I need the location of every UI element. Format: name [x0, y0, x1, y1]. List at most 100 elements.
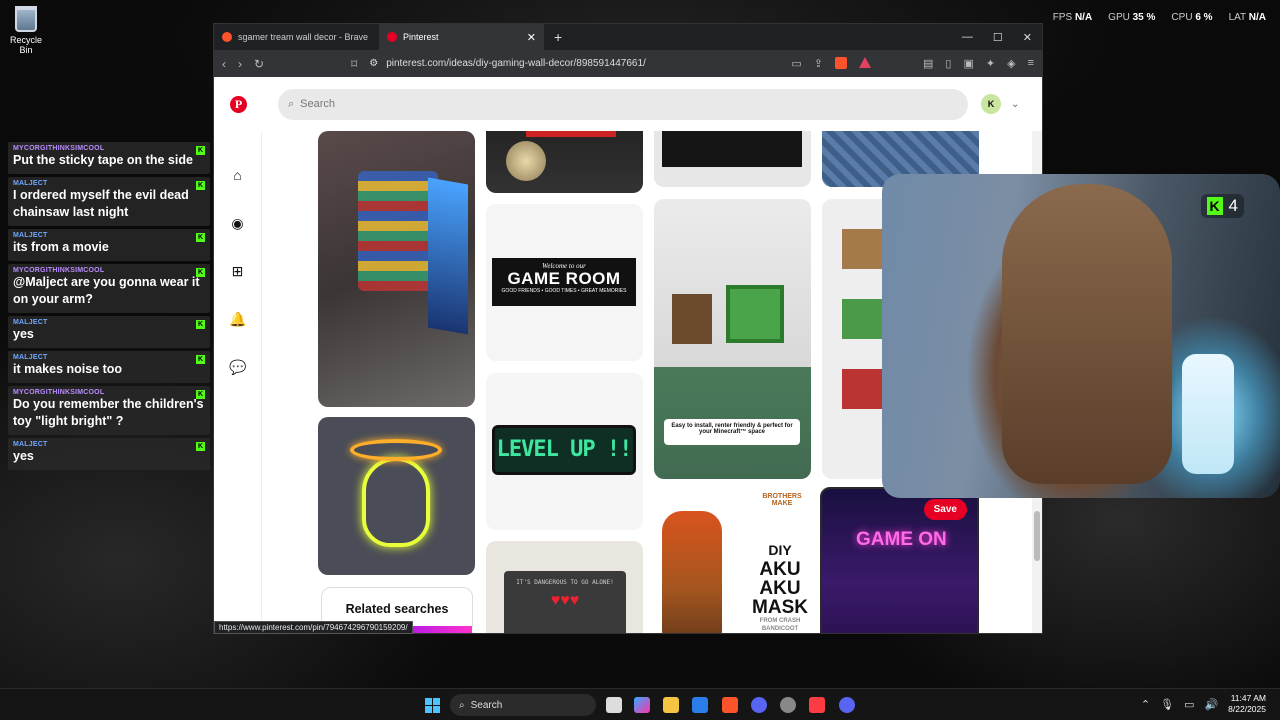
kick-badge-icon: K: [196, 355, 205, 364]
search-icon: ⌕: [288, 97, 295, 110]
reload-icon[interactable]: ↻: [254, 57, 264, 71]
close-window-button[interactable]: ✕: [1023, 31, 1032, 44]
mic-icon[interactable]: 🎙: [1160, 698, 1174, 711]
link-status-url: https://www.pinterest.com/pin/7946742967…: [214, 621, 413, 634]
notifications-icon[interactable]: 🔔: [229, 311, 246, 328]
kick-badge-icon: K: [196, 146, 205, 155]
pinterest-logo-icon[interactable]: P: [230, 95, 247, 113]
pin-led-shelf[interactable]: [486, 131, 643, 193]
avatar[interactable]: K: [981, 94, 1001, 114]
explore-icon[interactable]: ◉: [229, 215, 246, 232]
brave-browser-icon[interactable]: [722, 697, 738, 713]
leo-icon[interactable]: ✦: [986, 57, 995, 70]
site-info-icon[interactable]: ⚙: [369, 58, 378, 69]
share-icon[interactable]: ⇪: [814, 57, 823, 70]
brave-rewards-icon[interactable]: [859, 57, 872, 68]
menu-icon[interactable]: ≡: [1028, 57, 1034, 70]
volume-icon[interactable]: 🔊: [1204, 698, 1218, 711]
chat-message: MALJECT it makes noise too K: [8, 351, 210, 383]
close-tab-icon[interactable]: ✕: [527, 31, 536, 44]
kick-badge-icon: K: [196, 390, 205, 399]
forward-icon[interactable]: ›: [238, 57, 242, 71]
task-view-icon[interactable]: [606, 697, 622, 713]
minimize-button[interactable]: —: [962, 31, 973, 44]
app-icon[interactable]: [751, 697, 767, 713]
pin-aku-aku-mask[interactable]: BROTHERS MAKE DIY AKU AKU MASK FROM CRAS…: [654, 491, 811, 633]
cpu-value: 6 %: [1195, 12, 1213, 23]
chat-message: MALJECT yes K: [8, 316, 210, 348]
microphone-light: [1182, 354, 1234, 474]
chat-message: MALJECT its from a movie K: [8, 229, 210, 261]
lat-value: N/A: [1248, 12, 1266, 23]
pin-neon-duck[interactable]: [318, 417, 475, 575]
pin-zelda-sign[interactable]: IT'S DANGEROUS TO GO ALONE! ♥♥♥: [486, 541, 643, 633]
search-icon: ⌕: [459, 699, 465, 711]
maximize-button[interactable]: ☐: [993, 31, 1003, 44]
save-button[interactable]: Save: [923, 499, 967, 520]
stream-chat: MYCORGITHINKSIMCOOL Put the sticky tape o…: [8, 142, 210, 473]
chevron-down-icon[interactable]: ⌄: [1011, 99, 1019, 110]
bookmark-icon[interactable]: ⌑: [351, 57, 357, 71]
start-button-icon[interactable]: [425, 698, 440, 713]
chat-message: MALJECT yes K: [8, 438, 210, 470]
search-input[interactable]: ⌕ Search: [278, 88, 968, 120]
file-explorer-icon[interactable]: [663, 697, 679, 713]
taskbar-search[interactable]: ⌕ Search: [450, 694, 596, 716]
taskbar: ⌕ Search ⌃ 🎙 ▭ 🔊 11:47 AM 8/22/2025: [0, 688, 1280, 720]
reader-mode-icon[interactable]: ▤: [923, 57, 933, 70]
tab-bar: sgamer tream wall decor - Brave Sea Pint…: [214, 24, 1042, 50]
back-icon[interactable]: ‹: [222, 57, 226, 71]
hearts-icon: ♥♥♥: [550, 592, 580, 609]
kick-badge-icon: K: [196, 320, 205, 329]
wallet-icon[interactable]: ▣: [963, 57, 973, 70]
pinterest-header: P ⌕ Search K ⌄: [214, 77, 1042, 131]
url-field[interactable]: ⚙ pinterest.com/ideas/diy-gaming-wall-de…: [369, 58, 749, 69]
system-tray: ⌃ 🎙 ▭ 🔊 11:47 AM 8/22/2025: [1141, 693, 1266, 715]
related-searches-title: Related searches: [345, 602, 449, 616]
clock[interactable]: 11:47 AM 8/22/2025: [1228, 693, 1266, 715]
recycle-bin[interactable]: Recycle Bin: [4, 6, 48, 55]
pinterest-favicon-icon: [387, 32, 397, 42]
sidebar-icon[interactable]: ▯: [945, 57, 951, 70]
chat-message: MYCORGITHINKSIMCOOL Do you remember the c…: [8, 386, 210, 435]
messages-icon[interactable]: 💬: [229, 359, 246, 376]
tab-pinterest[interactable]: Pinterest ✕: [379, 24, 544, 50]
steam-icon[interactable]: [780, 697, 796, 713]
tab-brave-search[interactable]: sgamer tream wall decor - Brave Sea: [214, 24, 379, 50]
brave-favicon-icon: [222, 32, 232, 42]
chevron-up-icon[interactable]: ⌃: [1141, 698, 1150, 711]
brave-shields-icon[interactable]: [835, 57, 848, 69]
left-rail: ⌂ ◉ ⊞ 🔔 💬 ⚙: [214, 131, 262, 633]
discord-icon[interactable]: [839, 697, 855, 713]
create-icon[interactable]: ⊞: [229, 263, 246, 280]
pin-drip-art[interactable]: [654, 131, 811, 187]
recycle-bin-label: Recycle Bin: [9, 35, 42, 55]
pin-game-on-neon[interactable]: GAME ON Save: [820, 487, 979, 633]
kick-badge-icon: K: [196, 181, 205, 190]
viewer-count: K 4: [1200, 194, 1244, 218]
performance-overlay: FPS N/A GPU 35 % CPU 6 % LAT N/A: [1052, 12, 1266, 23]
webcam-overlay: K 4: [882, 174, 1280, 498]
fps-value: N/A: [1074, 12, 1093, 23]
pin-minecraft-bedroom[interactable]: Easy to install, renter friendly & perfe…: [654, 199, 811, 479]
vpn-icon[interactable]: ◈: [1007, 57, 1015, 70]
chat-message: MYCORGITHINKSIMCOOL @Malject are you gonn…: [8, 264, 210, 313]
pin-game-room-sign[interactable]: Welcome to our GAME ROOM GOOD FRIENDS • …: [486, 204, 643, 361]
kick-logo-icon: K: [1206, 197, 1223, 215]
pin-level-up-sign[interactable]: LEVEL UP !!: [486, 373, 643, 530]
kick-badge-icon: K: [196, 268, 205, 277]
kick-badge-icon: K: [196, 442, 205, 451]
copilot-icon[interactable]: [634, 697, 650, 713]
recycle-bin-icon: [15, 6, 37, 32]
kick-badge-icon: K: [196, 233, 205, 242]
music-icon[interactable]: [809, 697, 825, 713]
new-tab-button[interactable]: +: [554, 29, 562, 45]
cast-icon[interactable]: ▭: [791, 57, 801, 70]
home-icon[interactable]: ⌂: [229, 167, 246, 184]
pin-controller-wall[interactable]: [318, 131, 475, 407]
network-icon[interactable]: ▭: [1184, 698, 1194, 711]
address-bar: ‹ › ↻ ⌑ ⚙ pinterest.com/ideas/diy-gaming…: [214, 50, 1042, 77]
chat-message: MALJECT I ordered myself the evil dead ch…: [8, 177, 210, 226]
store-icon[interactable]: [692, 697, 708, 713]
gpu-value: 35 %: [1132, 12, 1156, 23]
